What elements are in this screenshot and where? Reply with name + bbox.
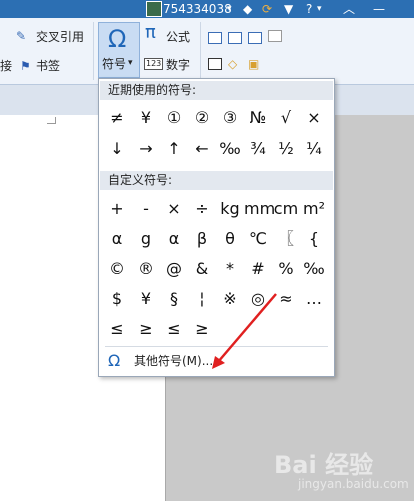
recent-symbol-cell[interactable]: → xyxy=(132,135,160,163)
symbol-button[interactable]: Ω 符号 ▾ xyxy=(98,22,140,78)
custom-symbol-cell[interactable]: θ xyxy=(216,225,244,253)
custom-symbol-cell[interactable]: - xyxy=(132,195,160,223)
ribbon-divider xyxy=(200,22,201,80)
recent-symbol-cell[interactable]: ← xyxy=(188,135,216,163)
custom-symbol-cell[interactable]: cm xyxy=(272,195,300,223)
formula-button[interactable]: 公式 xyxy=(166,29,190,45)
watermark-url: jingyan.baidu.com xyxy=(298,477,409,491)
custom-symbol-cell[interactable]: % xyxy=(272,255,300,283)
user-avatar[interactable] xyxy=(146,1,162,17)
minimize-icon[interactable]: — xyxy=(373,1,385,17)
form-field-icon[interactable] xyxy=(248,32,262,44)
custom-symbol-cell[interactable]: m² xyxy=(300,195,328,223)
custom-symbol-cell[interactable]: ≈ xyxy=(272,285,300,313)
pi-icon: π xyxy=(145,22,156,43)
custom-symbol-cell[interactable]: # xyxy=(244,255,272,283)
checkbox-icon[interactable] xyxy=(228,32,242,44)
recent-symbol-cell[interactable]: ¥ xyxy=(132,104,160,132)
recent-symbol-cell[interactable]: ¾ xyxy=(244,135,272,163)
custom-symbols-header: 自定义符号: xyxy=(100,171,333,190)
recent-symbol-cell[interactable]: ② xyxy=(188,104,216,132)
lock-icon[interactable]: ▣ xyxy=(248,56,259,72)
custom-symbol-cell[interactable]: … xyxy=(300,285,328,313)
recent-symbol-cell[interactable]: ‰ xyxy=(216,135,244,163)
cross-ref-icon: ✎ xyxy=(16,29,27,43)
user-menu-caret-icon[interactable]: ▾ xyxy=(227,1,232,17)
recent-symbol-cell[interactable]: ½ xyxy=(272,135,300,163)
margin-corner-mark xyxy=(47,117,56,124)
custom-symbol-cell[interactable]: β xyxy=(188,225,216,253)
help-icon[interactable]: ? xyxy=(306,1,312,17)
text-box-icon[interactable] xyxy=(208,32,222,44)
more-symbols-menu-item[interactable]: Ω 其他符号(M)... xyxy=(100,349,333,373)
recent-symbol-cell[interactable]: √ xyxy=(272,104,300,132)
sync-icon[interactable]: ⟳ xyxy=(262,1,272,17)
omega-icon: Ω xyxy=(108,351,121,370)
custom-symbol-cell[interactable]: g xyxy=(132,225,160,253)
title-bar: 754334038 ▾ ◆ ⟳ ▼ ? ▾ ︿ — xyxy=(0,0,414,18)
custom-symbol-cell[interactable]: & xyxy=(188,255,216,283)
bookmark-button[interactable]: 书签 xyxy=(36,58,60,74)
custom-symbol-cell[interactable]: ≤ xyxy=(103,315,131,343)
custom-symbol-cell[interactable]: mm xyxy=(244,195,275,223)
custom-symbol-cell[interactable]: ‰ xyxy=(300,255,328,283)
help-caret-icon[interactable]: ▾ xyxy=(317,1,322,17)
omega-icon: Ω xyxy=(108,25,127,53)
recent-symbol-cell[interactable]: ① xyxy=(160,104,188,132)
custom-symbol-cell[interactable]: ℃ xyxy=(244,225,272,253)
custom-symbol-cell[interactable]: ¥ xyxy=(132,285,160,313)
recent-symbol-cell[interactable]: × xyxy=(300,104,328,132)
custom-symbol-cell[interactable]: © xyxy=(103,255,131,283)
custom-symbol-cell[interactable]: + xyxy=(103,195,131,223)
recent-symbol-cell[interactable]: ≠ xyxy=(103,104,131,132)
menu-separator xyxy=(105,346,328,347)
custom-symbol-cell[interactable]: @ xyxy=(160,255,188,283)
symbol-dropdown-caret-icon: ▾ xyxy=(128,58,133,68)
username-label[interactable]: 754334038 xyxy=(163,1,232,17)
custom-symbol-cell[interactable]: α xyxy=(103,225,131,253)
recent-symbol-cell[interactable]: ↓ xyxy=(103,135,131,163)
eraser-icon[interactable]: ◇ xyxy=(228,56,237,72)
recent-symbols-header: 近期使用的符号: xyxy=(100,81,333,100)
number-button[interactable]: 数字 xyxy=(166,57,190,73)
ribbon-divider xyxy=(93,22,94,80)
custom-symbol-cell[interactable]: * xyxy=(216,255,244,283)
symbol-dropdown-menu: 近期使用的符号: ≠ ¥ ① ② ③ № √ × ↓ → ↑ ← ‰ ¾ ½ ¼ 自定义符号: + - × ÷ kg m… xyxy=(98,78,335,377)
symbol-button-label: 符号 xyxy=(102,57,127,71)
custom-symbol-cell[interactable]: 〖 xyxy=(272,225,300,253)
cross-reference-button[interactable]: 交叉引用 xyxy=(36,29,84,45)
custom-symbol-cell[interactable]: α xyxy=(160,225,188,253)
custom-symbol-cell[interactable]: kg xyxy=(216,195,244,223)
bookmark-icon: ⚑ xyxy=(20,59,31,73)
custom-symbol-cell[interactable]: ≤ xyxy=(160,315,188,343)
recent-symbol-cell[interactable]: ¼ xyxy=(300,135,328,163)
custom-symbol-cell[interactable]: ◎ xyxy=(244,285,272,313)
custom-symbol-cell[interactable]: ÷ xyxy=(188,195,216,223)
ribbon-toolbar: ✎ 交叉引用 接 ⚑ 书签 xyxy=(0,18,414,85)
custom-symbol-cell[interactable]: ≥ xyxy=(188,315,216,343)
recent-symbol-cell[interactable]: ↑ xyxy=(160,135,188,163)
picture-control-icon[interactable] xyxy=(268,30,282,42)
number-icon: 123 xyxy=(144,58,164,70)
custom-symbol-cell[interactable]: ≥ xyxy=(132,315,160,343)
shirt-icon[interactable]: ▼ xyxy=(284,1,293,17)
custom-symbol-cell[interactable]: $ xyxy=(103,285,131,313)
skin-icon[interactable]: ◆ xyxy=(243,1,252,17)
custom-symbol-cell[interactable]: § xyxy=(160,285,188,313)
custom-symbol-cell[interactable]: ® xyxy=(132,255,160,283)
custom-symbol-cell[interactable]: ※ xyxy=(216,285,244,313)
custom-symbol-cell[interactable]: { xyxy=(300,225,328,253)
recent-symbol-cell[interactable]: № xyxy=(244,104,272,132)
at-field-icon[interactable] xyxy=(208,58,222,70)
custom-symbol-cell[interactable]: × xyxy=(160,195,188,223)
custom-symbol-cell[interactable]: ¦ xyxy=(188,285,216,313)
recent-symbol-cell[interactable]: ③ xyxy=(216,104,244,132)
partial-button-label[interactable]: 接 xyxy=(0,58,12,74)
more-symbols-label: 其他符号(M)... xyxy=(134,354,214,368)
collapse-ribbon-icon[interactable]: ︿ xyxy=(343,1,355,17)
